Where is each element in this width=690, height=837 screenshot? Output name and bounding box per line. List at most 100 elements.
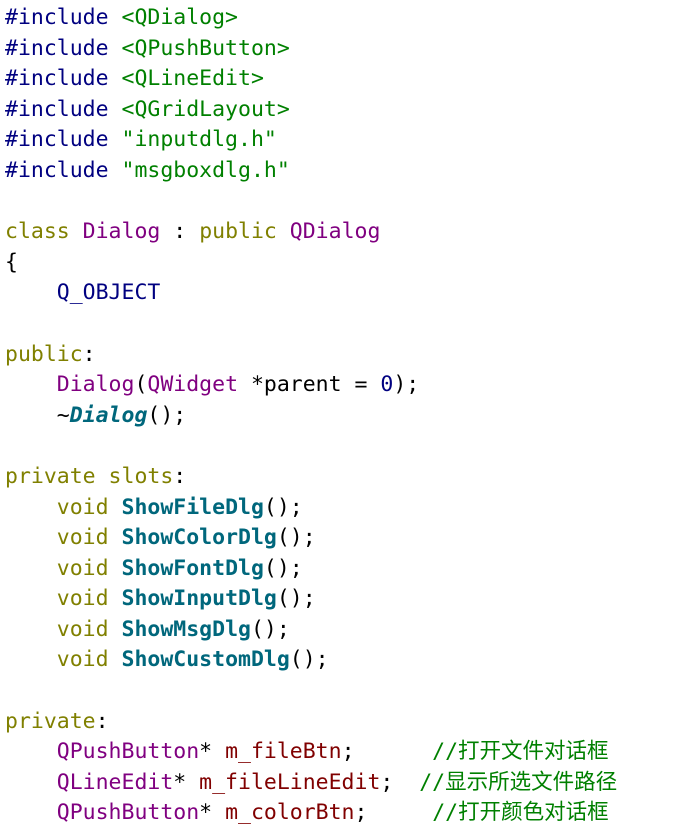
code-line: ~Dialog(); xyxy=(5,401,688,432)
code-line: class Dialog : public QDialog xyxy=(5,217,688,248)
keyword: void xyxy=(56,616,122,642)
code-text: { xyxy=(5,249,18,275)
preprocessor-directive: #include xyxy=(5,5,122,30)
member-variable: m_colorBtn xyxy=(225,800,355,826)
code-text: * xyxy=(199,800,226,826)
type-name: QPushButton xyxy=(56,800,200,826)
code-text: (); xyxy=(289,647,329,673)
code-line: void ShowFileDlg(); xyxy=(5,493,688,524)
code-text: ~ xyxy=(5,402,70,428)
code-text: * xyxy=(173,769,200,795)
type-name: QLineEdit xyxy=(56,769,174,795)
code-text: ; xyxy=(354,800,433,826)
code-line: void ShowFontDlg(); xyxy=(5,554,688,585)
code-line: void ShowCustomDlg(); xyxy=(5,645,688,676)
code-text: ; xyxy=(341,739,433,765)
type-name: QDialog xyxy=(289,219,381,245)
code-text: ); xyxy=(393,372,420,398)
code-line: void ShowColorDlg(); xyxy=(5,523,688,554)
code-text: : xyxy=(160,219,200,245)
keyword: private slots xyxy=(5,463,174,489)
member-variable: m_fileBtn xyxy=(225,739,342,765)
code-line: QPushButton* m_fileBtn; //打开文件对话框 xyxy=(5,737,688,768)
code-text: * xyxy=(199,739,226,765)
include-path: "inputdlg.h" xyxy=(121,127,277,153)
method-name: ShowColorDlg xyxy=(121,525,277,551)
preprocessor-directive: #include xyxy=(5,157,122,183)
preprocessor-directive: #include xyxy=(5,96,122,122)
keyword: class xyxy=(5,219,83,245)
include-path: <QGridLayout> xyxy=(121,96,290,122)
code-line: #include <QLineEdit> xyxy=(5,64,688,95)
code-line: Q_OBJECT xyxy=(5,278,688,309)
macro-name: Q_OBJECT xyxy=(56,280,161,306)
code-comment: //打开文件对话框 xyxy=(432,739,609,765)
method-name: ShowFontDlg xyxy=(121,555,264,581)
code-text: ; xyxy=(380,769,420,795)
code-line: QLineEdit* m_fileLineEdit; //显示所选文件路径 xyxy=(5,768,688,799)
code-line: #include <QPushButton> xyxy=(5,34,688,65)
code-text: (); xyxy=(276,586,316,612)
keyword: void xyxy=(56,525,122,551)
include-path: <QPushButton> xyxy=(121,35,290,61)
method-name: ShowCustomDlg xyxy=(121,647,290,673)
code-line: { xyxy=(5,248,688,279)
type-name: Dialog xyxy=(82,219,161,245)
include-path: <QLineEdit> xyxy=(121,66,264,92)
type-name: QPushButton xyxy=(56,739,200,765)
keyword: void xyxy=(56,555,122,581)
code-text: : xyxy=(95,708,109,734)
preprocessor-directive: #include xyxy=(5,66,122,92)
keyword: private xyxy=(5,708,96,734)
code-text: (); xyxy=(147,402,187,428)
code-line: void ShowInputDlg(); xyxy=(5,584,688,615)
code-line: public: xyxy=(5,340,688,371)
code-comment: //打开颜色对话框 xyxy=(432,800,609,826)
code-text: (); xyxy=(263,494,303,520)
keyword: void xyxy=(56,494,122,520)
code-line: #include "inputdlg.h" xyxy=(5,125,688,156)
keyword: public xyxy=(199,219,290,245)
code-text: : xyxy=(173,463,187,489)
member-variable: m_fileLineEdit xyxy=(199,769,381,795)
method-name: ShowFileDlg xyxy=(121,494,264,520)
keyword: public xyxy=(5,341,83,367)
method-name: Dialog xyxy=(69,402,148,428)
code-line: Dialog(QWidget *parent = 0); xyxy=(5,370,688,401)
method-name: ShowInputDlg xyxy=(121,586,277,612)
preprocessor-directive: #include xyxy=(5,127,122,153)
include-path: "msgboxdlg.h" xyxy=(121,157,290,183)
code-editor[interactable]: #include <QDialog> #include <QPushButton>… xyxy=(5,3,688,829)
type-name: Dialog xyxy=(56,372,135,398)
code-text: ( xyxy=(134,372,148,398)
code-line: private: xyxy=(5,707,688,738)
code-comment: //显示所选文件路径 xyxy=(419,769,618,795)
code-text: *parent = xyxy=(238,372,381,398)
type-name: QWidget xyxy=(147,372,239,398)
method-name: ShowMsgDlg xyxy=(121,616,251,642)
keyword: void xyxy=(56,586,122,612)
code-line: QPushButton* m_colorBtn; //打开颜色对话框 xyxy=(5,798,688,829)
code-line: #include <QGridLayout> xyxy=(5,95,688,126)
code-text: (); xyxy=(263,555,303,581)
code-line: #include "msgboxdlg.h" xyxy=(5,156,688,187)
preprocessor-directive: #include xyxy=(5,35,122,61)
number-literal: 0 xyxy=(380,372,394,398)
code-line: #include <QDialog> xyxy=(5,3,688,34)
code-line: private slots: xyxy=(5,462,688,493)
